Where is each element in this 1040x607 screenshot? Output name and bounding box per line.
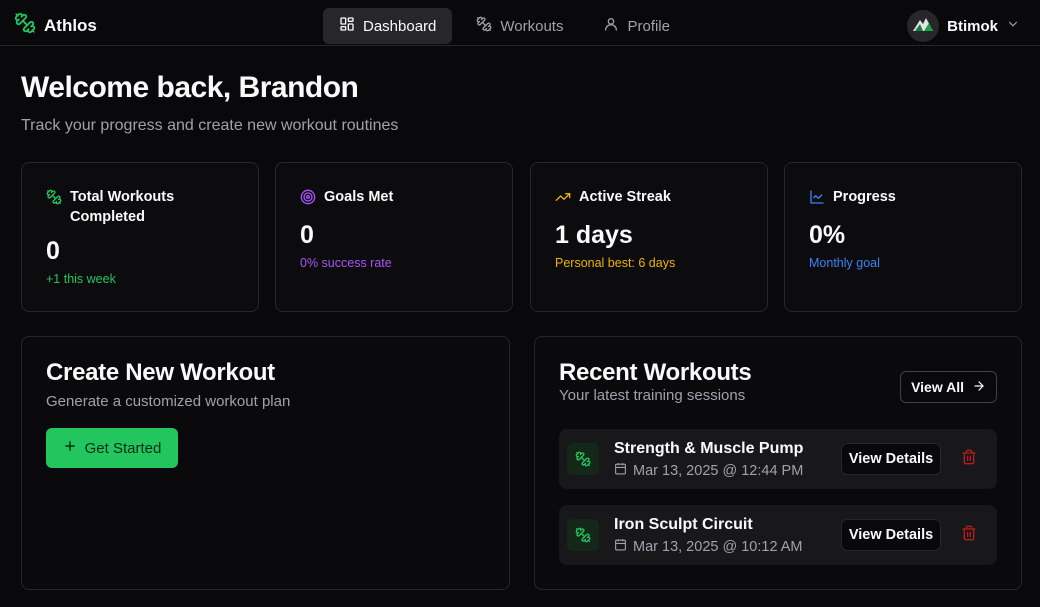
mountain-avatar-icon — [912, 16, 934, 37]
stat-note: Personal best: 6 days — [555, 256, 676, 270]
stat-value: 0% — [809, 221, 846, 249]
nav-workouts[interactable]: Workouts — [460, 8, 579, 44]
brand[interactable]: Athlos — [14, 12, 97, 39]
avatar — [907, 10, 940, 42]
stat-card-active-streak: Active Streak 1 days Personal best: 6 da… — [530, 162, 768, 312]
recent-workouts-subtitle: Your latest training sessions — [559, 387, 746, 404]
nav-dashboard[interactable]: Dashboard — [323, 8, 453, 44]
view-all-button[interactable]: View All — [900, 371, 997, 403]
calendar-icon — [614, 538, 627, 555]
stat-card-total-workouts: Total Workouts Completed 0 +1 this week — [21, 162, 259, 312]
username: Btimok — [947, 17, 998, 35]
dumbbell-icon — [567, 443, 599, 475]
create-workout-title: Create New Workout — [46, 359, 275, 386]
stat-label: Goals Met — [324, 189, 394, 205]
workout-row: Strength & Muscle Pump Mar 13, 2025 @ 12… — [559, 429, 997, 489]
dumbbell-logo-icon — [14, 12, 36, 39]
workout-date: Mar 13, 2025 @ 12:44 PM — [614, 462, 803, 479]
delete-button[interactable] — [957, 523, 981, 547]
page-title: Welcome back, Brandon — [21, 71, 359, 104]
stat-note: +1 this week — [46, 272, 116, 286]
chevron-down-icon — [1006, 17, 1020, 36]
create-workout-subtitle: Generate a customized workout plan — [46, 393, 291, 410]
trending-up-icon — [555, 189, 571, 211]
stat-value: 0 — [300, 221, 314, 249]
dumbbell-icon — [46, 189, 62, 211]
plus-icon — [63, 439, 77, 457]
delete-button[interactable] — [957, 447, 981, 471]
arrow-right-icon — [972, 379, 986, 396]
line-chart-icon — [809, 189, 825, 211]
stat-label: Total Workouts Completed — [70, 189, 175, 225]
workout-row: Iron Sculpt Circuit Mar 13, 2025 @ 10:12… — [559, 505, 997, 565]
view-details-button[interactable]: View Details — [841, 443, 941, 475]
stat-value: 0 — [46, 237, 60, 265]
create-workout-panel: Create New Workout Generate a customized… — [21, 336, 510, 590]
main-nav: Dashboard Workouts Profile — [323, 8, 694, 44]
recent-workouts-panel: Recent Workouts Your latest training ses… — [534, 336, 1022, 590]
stat-card-goals-met: Goals Met 0 0% success rate — [275, 162, 513, 312]
page-subtitle: Track your progress and create new worko… — [21, 117, 399, 134]
trash-icon — [961, 449, 977, 470]
workout-date-text: Mar 13, 2025 @ 12:44 PM — [633, 462, 804, 479]
workout-name: Strength & Muscle Pump — [614, 440, 804, 457]
user-menu[interactable]: Btimok — [907, 10, 1020, 42]
view-details-button[interactable]: View Details — [841, 519, 941, 551]
nav-profile-label: Profile — [627, 17, 670, 35]
brand-name: Athlos — [44, 15, 97, 35]
nav-dashboard-label: Dashboard — [363, 17, 437, 35]
stat-value: 1 days — [555, 221, 633, 249]
stat-note: 0% success rate — [300, 256, 392, 270]
get-started-button[interactable]: Get Started — [46, 428, 178, 468]
top-navbar: Athlos Dashboard Workouts Profile Btimok — [0, 0, 1040, 46]
trash-icon — [961, 525, 977, 546]
user-icon — [603, 16, 619, 36]
workout-date: Mar 13, 2025 @ 10:12 AM — [614, 538, 802, 555]
nav-profile[interactable]: Profile — [587, 8, 686, 44]
stat-note: Monthly goal — [809, 256, 880, 270]
dumbbell-icon — [567, 519, 599, 551]
nav-workouts-label: Workouts — [500, 17, 564, 35]
dumbbell-icon — [476, 16, 492, 36]
calendar-icon — [614, 462, 627, 479]
workout-date-text: Mar 13, 2025 @ 10:12 AM — [633, 538, 803, 555]
dashboard-icon — [339, 16, 355, 36]
view-all-label: View All — [911, 379, 964, 395]
stat-label: Active Streak — [579, 189, 671, 205]
recent-workouts-title: Recent Workouts — [559, 359, 752, 386]
get-started-label: Get Started — [84, 439, 162, 457]
workout-name: Iron Sculpt Circuit — [614, 516, 753, 533]
stat-label: Progress — [833, 189, 896, 205]
stat-card-progress: Progress 0% Monthly goal — [784, 162, 1022, 312]
target-icon — [300, 189, 316, 211]
